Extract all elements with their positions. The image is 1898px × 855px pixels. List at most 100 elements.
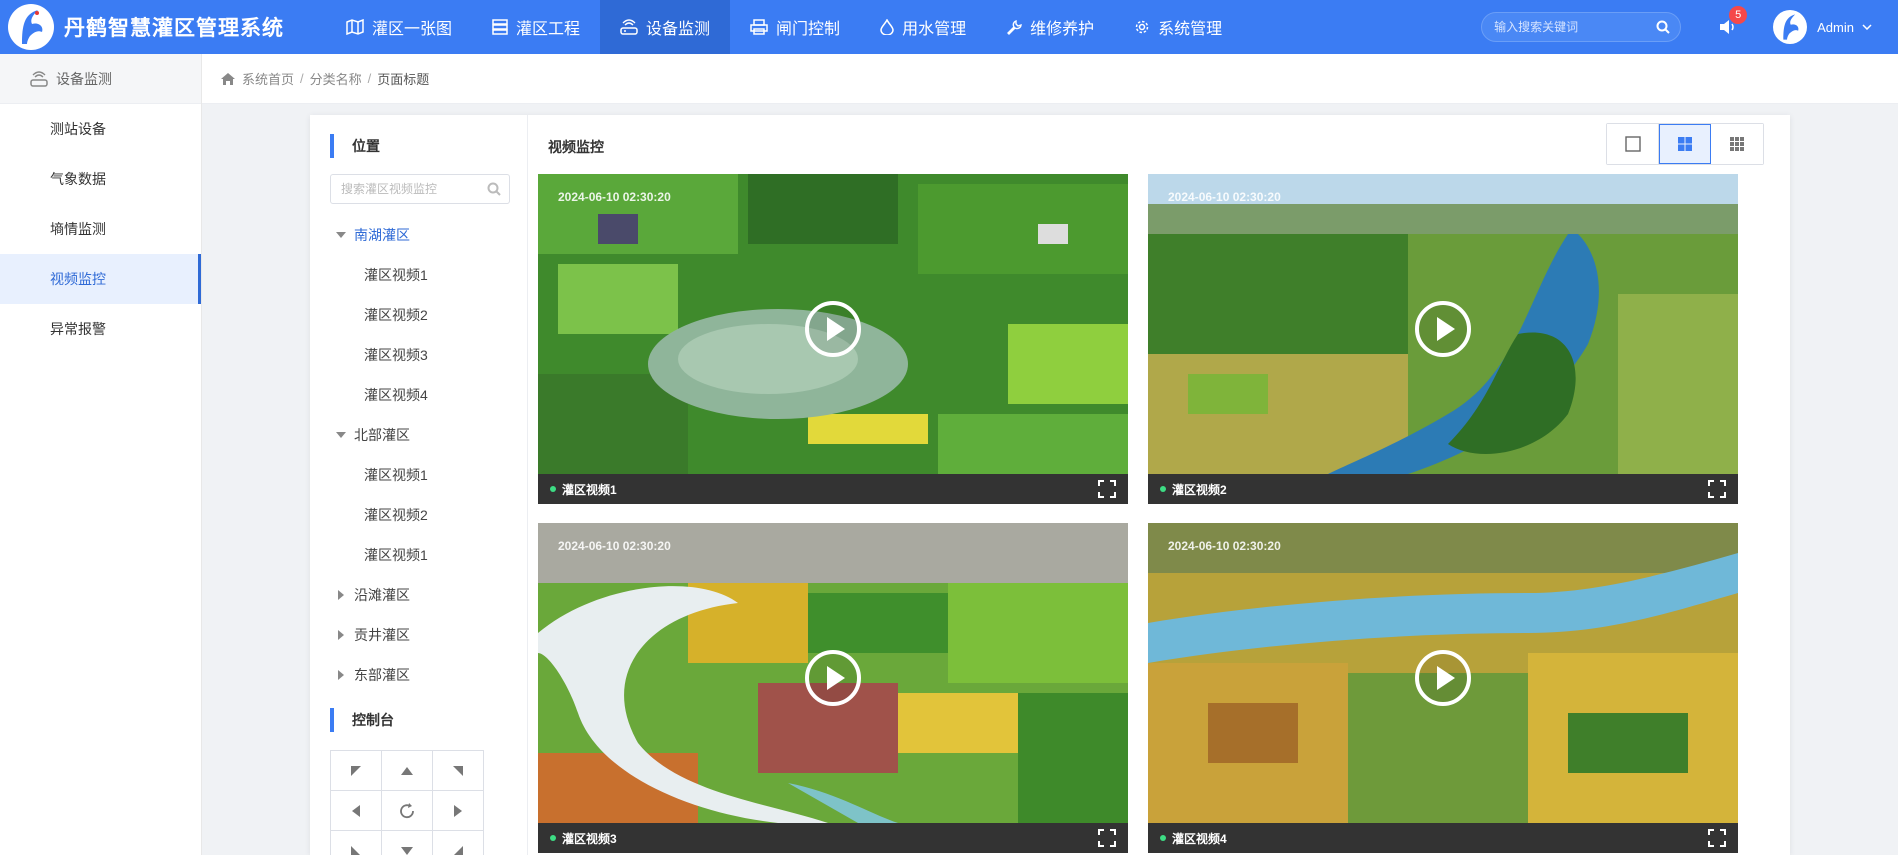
tree-leaf-video[interactable]: 灌区视频1 xyxy=(310,535,528,575)
ptz-up-right-button[interactable] xyxy=(433,751,484,791)
tree-leaf-label: 灌区视频3 xyxy=(364,347,428,363)
tree-leaf-video[interactable]: 灌区视频1 xyxy=(310,455,528,495)
tree-leaf-label: 灌区视频1 xyxy=(364,267,428,283)
sidebar: 设备监测 测站设备 气象数据 墒情监测 视频监控 异常报警 xyxy=(0,54,202,855)
tree-leaf-video[interactable]: 灌区视频1 xyxy=(310,255,528,295)
ptz-up-button[interactable] xyxy=(382,751,433,791)
nav-item-device-monitoring[interactable]: 设备监测 xyxy=(600,0,731,54)
nav-label: 系统管理 xyxy=(1158,21,1223,38)
video-timestamp: 2024-06-10 02:30:20 xyxy=(558,539,671,553)
ptz-right-button[interactable] xyxy=(433,791,484,831)
tree-group-yantan[interactable]: 沿滩灌区 xyxy=(310,575,528,615)
ptz-reset-button[interactable] xyxy=(382,791,433,831)
video-name: 灌区视频2 xyxy=(1172,482,1227,497)
nav-item-water-management[interactable]: 用水管理 xyxy=(860,0,986,54)
tree-leaf-video[interactable]: 灌区视频2 xyxy=(310,295,528,335)
breadcrumb-category[interactable]: 分类名称 xyxy=(310,69,362,88)
video-name: 灌区视频3 xyxy=(562,831,617,846)
tree-search-input[interactable] xyxy=(341,182,487,196)
video-area: 视频监控 2024-06-10 02:30:20 灌区视频1 2024-06-1… xyxy=(528,115,1790,855)
fullscreen-button[interactable] xyxy=(1708,829,1726,847)
tree-leaf-video[interactable]: 灌区视频2 xyxy=(310,495,528,535)
app-logo[interactable]: 丹鹤智慧灌区管理系统 xyxy=(0,0,310,54)
top-navigation-bar: 丹鹤智慧灌区管理系统 灌区一张图 灌区工程 设备监测 闸门控制 用水管理 维修养… xyxy=(0,0,1898,54)
sidebar-item-video-monitoring[interactable]: 视频监控 xyxy=(0,254,201,304)
home-icon xyxy=(221,72,235,85)
caret-right-icon xyxy=(338,630,344,640)
video-panel-title: 视频监控 xyxy=(548,139,604,155)
gear-icon xyxy=(1135,20,1149,34)
video-timestamp: 2024-06-10 02:30:20 xyxy=(1168,539,1281,553)
fullscreen-button[interactable] xyxy=(1708,480,1726,498)
up-left-arrow-icon xyxy=(351,765,361,776)
tree-group-dongbu[interactable]: 东部灌区 xyxy=(310,655,528,695)
play-icon[interactable] xyxy=(803,299,863,359)
breadcrumb-home[interactable]: 系统首页 xyxy=(242,69,294,88)
wrench-icon xyxy=(1007,20,1022,35)
printer-icon xyxy=(750,19,768,35)
video-tile[interactable]: 2024-06-10 02:30:20 灌区视频2 xyxy=(1148,174,1738,504)
online-status-dot xyxy=(550,835,556,841)
tree-group-nanhu[interactable]: 南湖灌区 xyxy=(310,215,528,255)
nav-item-map[interactable]: 灌区一张图 xyxy=(326,0,472,54)
fullscreen-button[interactable] xyxy=(1098,829,1116,847)
ptz-down-right-button[interactable] xyxy=(433,831,484,855)
video-tile[interactable]: 2024-06-10 02:30:20 灌区视频1 xyxy=(538,174,1128,504)
tree-group-label: 沿滩灌区 xyxy=(354,587,410,603)
nav-item-system-management[interactable]: 系统管理 xyxy=(1114,0,1242,54)
server-icon xyxy=(492,19,508,35)
caret-down-icon xyxy=(336,232,346,238)
tree-leaf-label: 灌区视频2 xyxy=(364,307,428,323)
nav-item-engineering[interactable]: 灌区工程 xyxy=(472,0,600,54)
location-section-title: 位置 xyxy=(330,134,380,158)
tree-leaf-label: 灌区视频4 xyxy=(364,387,428,403)
main-nav: 灌区一张图 灌区工程 设备监测 闸门控制 用水管理 维修养护 系统管理 xyxy=(326,0,1242,54)
global-search-input[interactable] xyxy=(1494,20,1657,34)
tree-group-gongjing[interactable]: 贡井灌区 xyxy=(310,615,528,655)
breadcrumb-separator: / xyxy=(367,71,372,86)
play-icon[interactable] xyxy=(1413,648,1473,708)
tree-leaf-video[interactable]: 灌区视频4 xyxy=(310,375,528,415)
nav-label: 灌区一张图 xyxy=(372,21,453,38)
sidebar-item-alarms[interactable]: 异常报警 xyxy=(0,304,201,354)
notification-button[interactable]: 5 xyxy=(1717,6,1748,38)
play-icon[interactable] xyxy=(1413,299,1473,359)
user-menu[interactable]: Admin xyxy=(1817,20,1872,35)
fullscreen-icon xyxy=(1098,829,1116,847)
tree-leaf-video[interactable]: 灌区视频3 xyxy=(310,335,528,375)
tree-leaf-label: 灌区视频1 xyxy=(364,547,428,563)
tree-group-beibu[interactable]: 北部灌区 xyxy=(310,415,528,455)
breadcrumb: 系统首页 / 分类名称 / 页面标题 xyxy=(202,54,1898,104)
video-name: 灌区视频4 xyxy=(1172,831,1227,846)
ptz-left-button[interactable] xyxy=(331,791,382,831)
ptz-up-left-button[interactable] xyxy=(331,751,382,791)
sidebar-item-label: 测站设备 xyxy=(50,121,106,137)
sidebar-item-station-devices[interactable]: 测站设备 xyxy=(0,104,201,154)
tree-search xyxy=(330,174,510,204)
nine-grid-button[interactable] xyxy=(1711,124,1763,164)
app-title: 丹鹤智慧灌区管理系统 xyxy=(64,17,284,40)
fullscreen-icon xyxy=(1708,829,1726,847)
nav-item-maintenance[interactable]: 维修养护 xyxy=(986,0,1114,54)
video-tile[interactable]: 2024-06-10 02:30:20 灌区视频3 xyxy=(538,523,1128,853)
single-view-icon xyxy=(1624,136,1641,152)
search-icon[interactable] xyxy=(1656,20,1670,34)
sidebar-item-weather-data[interactable]: 气象数据 xyxy=(0,154,201,204)
nav-item-gate-control[interactable]: 闸门控制 xyxy=(730,0,860,54)
sidebar-item-soil-moisture[interactable]: 墒情监测 xyxy=(0,204,201,254)
video-caption-bar: 灌区视频4 xyxy=(1148,823,1738,853)
ptz-down-left-button[interactable] xyxy=(331,831,382,855)
ptz-down-button[interactable] xyxy=(382,831,433,855)
global-search xyxy=(1481,12,1682,42)
tree-group-label: 东部灌区 xyxy=(354,667,410,683)
caret-down-icon xyxy=(336,432,346,438)
user-avatar[interactable] xyxy=(1773,10,1808,44)
sidebar-header-label: 设备监测 xyxy=(56,70,112,87)
video-tile[interactable]: 2024-06-10 02:30:20 灌区视频4 xyxy=(1148,523,1738,853)
search-icon[interactable] xyxy=(487,182,501,196)
user-name: Admin xyxy=(1817,19,1854,35)
fullscreen-button[interactable] xyxy=(1098,480,1116,498)
four-grid-button[interactable] xyxy=(1659,124,1711,164)
play-icon[interactable] xyxy=(803,648,863,708)
single-view-button[interactable] xyxy=(1607,124,1659,164)
